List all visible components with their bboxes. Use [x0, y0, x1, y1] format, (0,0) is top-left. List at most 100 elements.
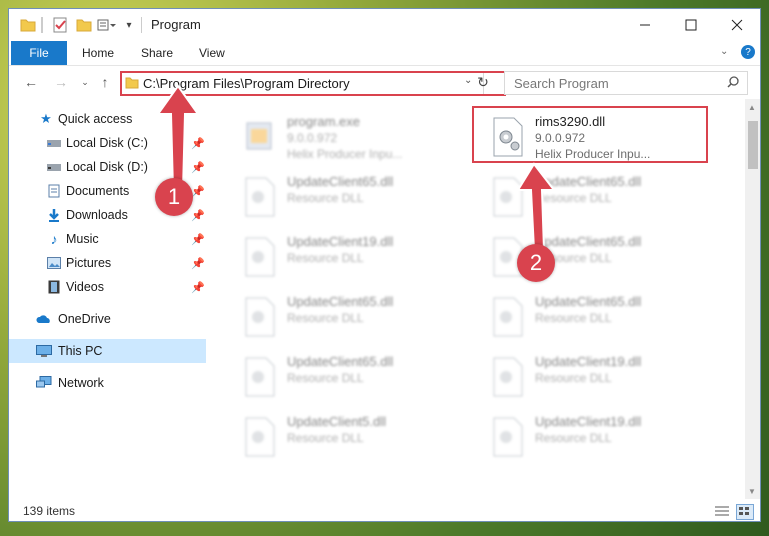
sidebar-item-videos[interactable]: Videos 📌 — [9, 275, 206, 299]
scroll-up-icon[interactable]: ▲ — [748, 103, 756, 112]
window-title: Program — [151, 17, 201, 32]
sidebar-item-pictures[interactable]: Pictures 📌 — [9, 251, 206, 275]
forward-button[interactable]: → — [51, 72, 71, 92]
help-icon[interactable]: ? — [741, 45, 755, 59]
file-name: UpdateClient65.dll — [287, 294, 394, 309]
file-item[interactable]: UpdateClient65.dll Resource DLL — [491, 173, 731, 223]
step-badge-1: 1 — [155, 178, 193, 216]
file-type: Resource DLL — [287, 371, 364, 385]
drive-icon — [46, 135, 62, 151]
new-folder-icon[interactable] — [75, 17, 93, 33]
file-item[interactable]: UpdateClient19.dll Resource DLL — [491, 353, 731, 403]
dll-gear-icon — [491, 357, 527, 397]
pictures-icon — [46, 255, 62, 271]
tab-view[interactable]: View — [199, 46, 225, 60]
sidebar-item-this-pc[interactable]: This PC — [9, 339, 206, 363]
tab-file[interactable]: File — [11, 41, 67, 65]
dll-gear-icon — [243, 357, 279, 397]
drive-icon — [46, 159, 62, 175]
file-name: UpdateClient65.dll — [287, 354, 394, 369]
customize-toolbar-icon[interactable] — [97, 17, 117, 33]
vertical-scrollbar[interactable]: ▲ ▼ — [745, 99, 760, 499]
sidebar-item-local-disk-c[interactable]: Local Disk (C:) 📌 — [9, 131, 206, 155]
pin-icon: 📌 — [191, 161, 205, 174]
sidebar-label: This PC — [58, 344, 103, 358]
dll-gear-icon — [491, 417, 527, 457]
file-type: Resource DLL — [287, 191, 364, 205]
sidebar-label: Pictures — [66, 256, 112, 270]
properties-icon[interactable] — [51, 17, 69, 33]
pin-icon: 📌 — [191, 257, 205, 270]
file-item[interactable]: UpdateClient19.dll Resource DLL — [243, 233, 483, 283]
maximize-button[interactable] — [668, 9, 714, 41]
sidebar-label: Network — [58, 376, 104, 390]
documents-icon — [46, 183, 62, 199]
sidebar-label: Local Disk (D:) — [66, 160, 148, 174]
sidebar-item-onedrive[interactable]: OneDrive — [9, 307, 206, 331]
file-list: program.exe 9.0.0.972 Helix Producer Inp… — [209, 99, 745, 499]
music-note-icon: ♪ — [50, 231, 58, 247]
pin-icon: 📌 — [191, 185, 205, 198]
expand-ribbon-icon[interactable]: ⌄ — [720, 46, 728, 57]
file-item[interactable]: program.exe 9.0.0.972 Helix Producer Inp… — [243, 113, 483, 163]
dll-gear-icon — [243, 297, 279, 337]
back-button[interactable]: ← — [21, 72, 41, 92]
file-name: UpdateClient19.dll — [535, 414, 642, 429]
file-item[interactable]: UpdateClient19.dll Resource DLL — [491, 413, 731, 463]
file-name: rims3290.dll — [535, 114, 606, 129]
sidebar-label: Documents — [66, 184, 130, 198]
pin-icon: 📌 — [191, 209, 205, 222]
file-type: Resource DLL — [287, 311, 364, 325]
pin-icon: 📌 — [191, 281, 205, 294]
search-icon — [727, 76, 739, 91]
separator — [41, 17, 43, 33]
sidebar-item-music[interactable]: ♪ Music 📌 — [9, 227, 206, 251]
dll-gear-icon — [243, 177, 279, 217]
search-input[interactable]: Search Program — [504, 71, 748, 95]
scroll-thumb[interactable] — [748, 121, 758, 169]
minimize-button[interactable] — [622, 9, 668, 41]
file-description: Helix Producer Inpu... — [535, 147, 651, 161]
sidebar-item-network[interactable]: Network — [9, 371, 206, 395]
address-bar[interactable]: C:\Program Files\Program Directory ⌄ — [120, 71, 484, 95]
dropdown-arrow-icon[interactable]: ▾ — [123, 17, 135, 33]
sidebar-label: Local Disk (C:) — [66, 136, 148, 150]
file-version: 9.0.0.972 — [287, 131, 338, 145]
refresh-icon[interactable]: ↻ — [472, 71, 494, 93]
file-item[interactable]: UpdateClient65.dll Resource DLL — [243, 173, 483, 223]
sidebar-label: Quick access — [58, 112, 133, 126]
sidebar-item-quick-access[interactable]: ★ Quick access — [9, 107, 206, 131]
sidebar-label: Downloads — [66, 208, 128, 222]
file-item-rims3290[interactable]: rims3290.dll 9.0.0.972 Helix Producer In… — [491, 113, 731, 163]
file-description: Helix Producer Inpu... — [287, 147, 403, 161]
up-button[interactable]: ↑ — [95, 72, 115, 92]
dll-gear-icon — [491, 297, 527, 337]
file-item[interactable]: UpdateClient5.dll Resource DLL — [243, 413, 483, 463]
file-name: UpdateClient19.dll — [287, 234, 394, 249]
file-name: UpdateClient65.dll — [535, 174, 642, 189]
ribbon-tabs: File Home Share View ⌄ ? — [9, 41, 760, 66]
large-icons-view-icon[interactable] — [736, 504, 754, 520]
folder-icon — [125, 76, 139, 92]
file-item[interactable]: UpdateClient65.dll Resource DLL — [243, 353, 483, 403]
file-name: UpdateClient19.dll — [535, 354, 642, 369]
folder-icon — [19, 17, 37, 33]
scroll-down-icon[interactable]: ▼ — [748, 487, 756, 496]
file-item[interactable]: UpdateClient65.dll Resource DLL — [243, 293, 483, 343]
sidebar-label: Music — [66, 232, 99, 246]
close-button[interactable] — [714, 9, 760, 41]
search-placeholder: Search Program — [514, 76, 609, 91]
tab-share[interactable]: Share — [141, 46, 173, 60]
file-type: Resource DLL — [287, 431, 364, 445]
tab-home[interactable]: Home — [82, 46, 114, 60]
status-bar: 139 items — [9, 501, 760, 521]
dll-gear-icon — [491, 177, 527, 217]
recent-locations-icon[interactable]: ⌄ — [75, 72, 95, 92]
item-count: 139 items — [23, 504, 76, 518]
sidebar-item-local-disk-d[interactable]: Local Disk (D:) 📌 — [9, 155, 206, 179]
file-item[interactable]: UpdateClient65.dll Resource DLL — [491, 293, 731, 343]
dll-gear-icon — [243, 417, 279, 457]
details-view-icon[interactable] — [714, 504, 730, 518]
file-version: 9.0.0.972 — [535, 131, 586, 145]
film-strip-icon — [46, 279, 62, 295]
